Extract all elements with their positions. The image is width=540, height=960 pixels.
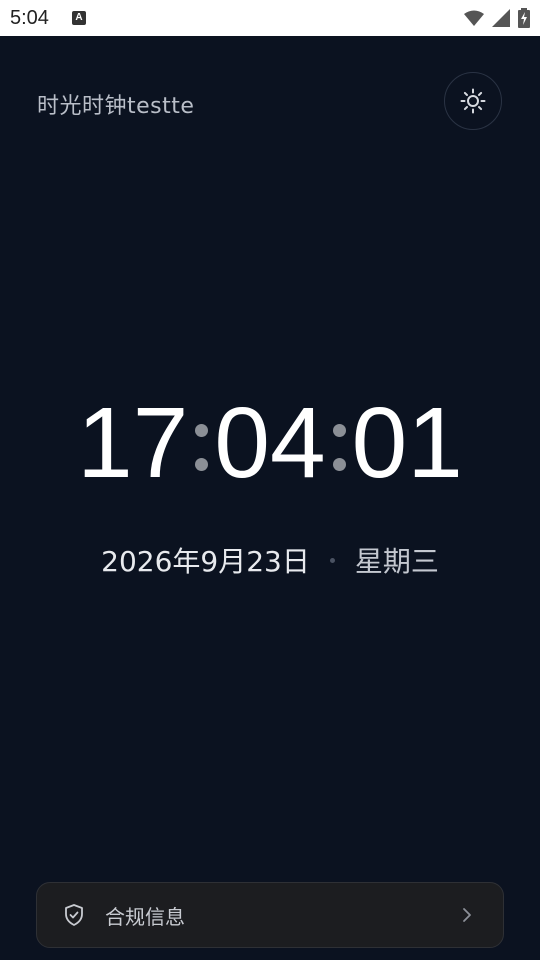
date-text: 2026年9月23日 bbox=[101, 545, 310, 578]
status-time: 5:04 bbox=[10, 7, 49, 29]
wifi-icon bbox=[464, 10, 484, 26]
digital-clock: 17 04 01 bbox=[0, 388, 540, 498]
status-bar: 5:04 A bbox=[0, 0, 540, 36]
compliance-info-button[interactable]: 合规信息 bbox=[36, 882, 504, 948]
theme-toggle-button[interactable] bbox=[444, 72, 502, 130]
battery-icon bbox=[518, 8, 530, 28]
cellular-signal-icon bbox=[492, 9, 510, 27]
clock-screen: 时光时钟testte 17 04 01 2026年9月23日 星期三 合规信息 bbox=[0, 36, 540, 960]
sun-icon bbox=[460, 88, 486, 114]
clock-seconds: 01 bbox=[351, 387, 463, 499]
clock-minutes: 04 bbox=[214, 387, 326, 499]
app-title: 时光时钟testte bbox=[37, 94, 195, 119]
clock-colon bbox=[188, 403, 214, 483]
shield-check-icon bbox=[65, 904, 83, 926]
compliance-info-label: 合规信息 bbox=[105, 905, 185, 929]
clock-colon bbox=[326, 403, 352, 483]
clock-hours: 17 bbox=[77, 387, 189, 499]
weekday-text: 星期三 bbox=[354, 545, 439, 578]
chevron-right-icon bbox=[463, 908, 471, 922]
notification-badge-icon: A bbox=[72, 11, 86, 25]
date-separator-dot bbox=[329, 557, 335, 563]
status-icons bbox=[464, 8, 530, 28]
date-row: 2026年9月23日 星期三 bbox=[0, 540, 540, 580]
